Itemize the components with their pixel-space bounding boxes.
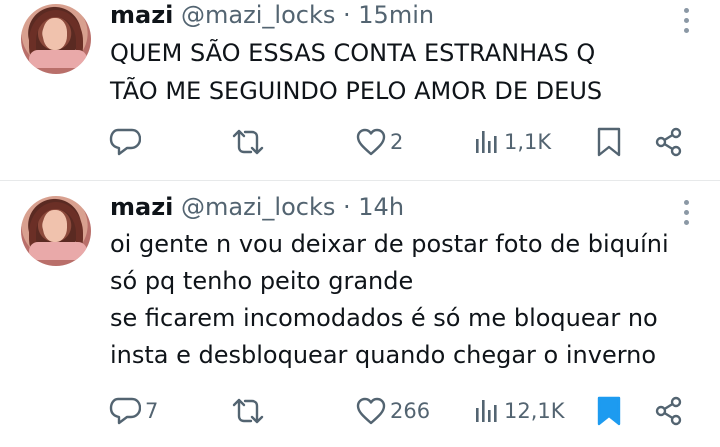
separator: · [343,1,351,29]
avatar-face [43,18,67,50]
tweet-text-line: se ficarem incomodados é só me bloquear … [110,304,658,332]
reply-count: 7 [145,399,159,423]
tweet-text-line: oi gente n vou deixar de postar foto de … [110,230,669,258]
avatar-arm [29,242,87,260]
reply-button[interactable]: 7 [109,391,158,431]
like-count: 266 [390,399,431,423]
like-button[interactable]: 2 [356,122,403,162]
tweet-header: mazi @mazi_locks · 14h [110,192,404,222]
views-button[interactable]: 12,1K [474,391,565,431]
user-handle[interactable]: @mazi_locks [181,193,335,221]
more-icon[interactable] [676,6,696,36]
reply-icon [109,128,141,156]
timestamp[interactable]: 15min [358,1,434,29]
bookmark-icon [597,127,621,157]
share-button[interactable] [654,391,684,431]
tweet-header: mazi @mazi_locks · 15min [110,0,434,30]
tweet-text: oi gente n vou deixar de postar foto de … [110,226,710,374]
bookmark-icon [597,396,621,426]
more-icon[interactable] [676,198,696,228]
retweet-icon [232,398,264,424]
display-name[interactable]: mazi [110,193,173,221]
views-button[interactable]: 1,1K [474,122,551,162]
action-bar: 2 1,1K [0,122,720,162]
display-name[interactable]: mazi [110,1,173,29]
user-handle[interactable]: @mazi_locks [181,1,335,29]
tweet[interactable]: mazi @mazi_locks · 15min QUEM SÃO ESSAS … [0,0,720,180]
view-count: 12,1K [504,399,565,423]
timestamp[interactable]: 14h [358,193,404,221]
tweet-text: QUEM SÃO ESSAS CONTA ESTRANHAS Q TÃO ME … [110,34,710,110]
separator: · [343,193,351,221]
avatar[interactable] [21,196,91,266]
share-icon [655,396,682,426]
avatar-arm [29,50,87,68]
view-count: 1,1K [504,130,552,154]
like-count: 2 [390,130,404,154]
tweet-text-line: insta e desbloquear quando chegar o inve… [110,341,657,369]
bookmark-button[interactable] [596,122,622,162]
tweet-text-line: QUEM SÃO ESSAS CONTA ESTRANHAS Q [110,39,596,67]
views-icon [476,131,497,153]
retweet-button[interactable] [231,391,269,431]
tweet-text-line: TÃO ME SEGUINDO PELO AMOR DE DEUS [110,77,603,105]
reply-button[interactable] [109,122,145,162]
tweet[interactable]: mazi @mazi_locks · 14h oi gente n vou de… [0,181,720,447]
like-button[interactable]: 266 [356,391,430,431]
views-icon [476,400,497,422]
avatar[interactable] [21,4,91,74]
retweet-icon [232,129,264,155]
tweet-text-line: só pq tenho peito grande [110,267,414,295]
share-icon [655,127,682,157]
avatar-face [43,210,67,242]
action-bar: 7 266 12,1K [0,391,720,431]
share-button[interactable] [654,122,684,162]
heart-icon [356,128,386,156]
bookmark-button[interactable] [596,391,622,431]
reply-icon [109,397,141,425]
heart-icon [356,397,386,425]
retweet-button[interactable] [231,122,269,162]
